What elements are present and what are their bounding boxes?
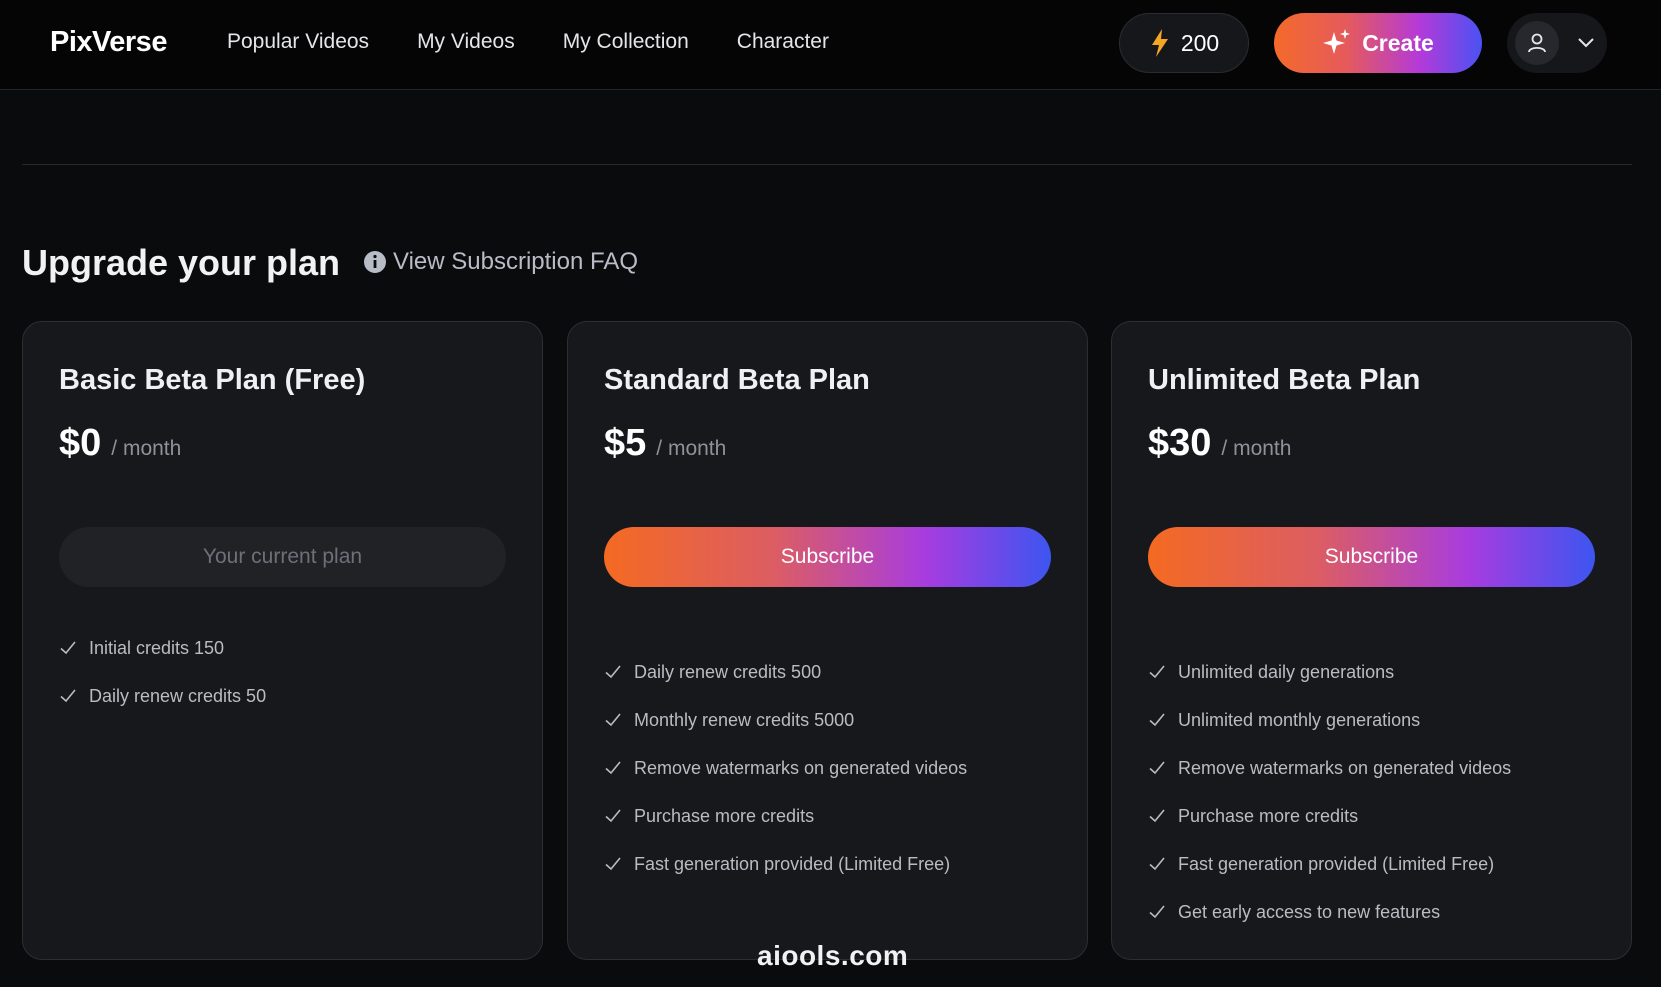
create-button[interactable]: Create (1274, 13, 1482, 73)
feature-item: Get early access to new features (1148, 888, 1511, 936)
plan-card-basic: Basic Beta Plan (Free) $0 / month Your c… (22, 321, 543, 960)
check-icon (1149, 713, 1165, 727)
faq-link-label: View Subscription FAQ (393, 248, 639, 275)
feature-list: Daily renew credits 500 Monthly renew cr… (604, 648, 967, 888)
feature-item: Purchase more credits (604, 792, 967, 840)
plan-period: / month (1221, 437, 1292, 460)
plan-period: / month (656, 437, 727, 460)
feature-text: Fast generation provided (Limited Free) (1178, 853, 1495, 874)
feature-item: Purchase more credits (1148, 792, 1511, 840)
plan-price-row: $0 / month (59, 422, 181, 465)
plan-price-row: $30 / month (1148, 422, 1291, 465)
check-icon (605, 665, 621, 679)
feature-item: Monthly renew credits 5000 (604, 696, 967, 744)
feature-text: Remove watermarks on generated videos (1178, 757, 1512, 778)
plan-period: / month (111, 437, 182, 460)
check-icon (1149, 761, 1165, 775)
plan-title: Unlimited Beta Plan (1148, 364, 1421, 396)
nav-my-videos[interactable]: My Videos (417, 30, 515, 54)
feature-text: Unlimited daily generations (1178, 661, 1395, 682)
check-icon (60, 641, 76, 655)
plan-title: Standard Beta Plan (604, 364, 870, 396)
feature-item: Initial credits 150 (59, 624, 266, 672)
plan-title: Basic Beta Plan (Free) (59, 364, 366, 396)
check-icon (605, 809, 621, 823)
feature-text: Unlimited monthly generations (1178, 709, 1421, 730)
feature-text: Daily renew credits 50 (89, 685, 267, 706)
section-divider (22, 164, 1632, 165)
credits-badge[interactable]: 200 (1119, 13, 1249, 73)
subscribe-button-unlimited[interactable]: Subscribe (1148, 527, 1595, 587)
feature-text: Initial credits 150 (89, 637, 225, 658)
check-icon (1149, 809, 1165, 823)
feature-item: Daily renew credits 50 (59, 672, 266, 720)
plan-price: $30 (1148, 422, 1212, 464)
watermark: aiools.com (757, 940, 909, 971)
check-icon (1149, 665, 1165, 679)
feature-item: Unlimited daily generations (1148, 648, 1511, 696)
nav-popular-videos[interactable]: Popular Videos (227, 30, 369, 54)
subscription-faq-link[interactable]: View Subscription FAQ (363, 248, 638, 276)
sparkle-icon (1323, 29, 1351, 54)
check-icon (1149, 905, 1165, 919)
lightning-icon (1151, 29, 1168, 57)
feature-text: Get early access to new features (1178, 901, 1441, 922)
check-icon (1149, 857, 1165, 871)
check-icon (605, 857, 621, 871)
avatar[interactable] (1515, 21, 1559, 65)
feature-item: Remove watermarks on generated videos (604, 744, 967, 792)
feature-item: Remove watermarks on generated videos (1148, 744, 1511, 792)
chevron-down-icon[interactable] (1577, 37, 1595, 49)
feature-text: Monthly renew credits 5000 (634, 709, 855, 730)
check-icon (60, 689, 76, 703)
feature-item: Fast generation provided (Limited Free) (604, 840, 967, 888)
feature-text: Daily renew credits 500 (634, 661, 822, 682)
app-logo[interactable]: PixVerse (50, 26, 167, 59)
feature-text: Remove watermarks on generated videos (634, 757, 968, 778)
credits-count: 200 (1180, 29, 1220, 56)
feature-item: Unlimited monthly generations (1148, 696, 1511, 744)
info-icon (364, 251, 386, 273)
feature-list: Unlimited daily generations Unlimited mo… (1148, 648, 1511, 936)
feature-text: Purchase more credits (1178, 805, 1359, 826)
plan-price: $0 (59, 422, 102, 464)
feature-item: Daily renew credits 500 (604, 648, 967, 696)
plan-price-row: $5 / month (604, 422, 726, 465)
check-icon (605, 761, 621, 775)
nav-my-collection[interactable]: My Collection (563, 30, 689, 54)
main-nav: Popular Videos My Videos My Collection C… (227, 30, 829, 54)
plan-price: $5 (604, 422, 647, 464)
plan-card-unlimited: Unlimited Beta Plan $30 / month Subscrib… (1111, 321, 1632, 960)
user-icon (1528, 33, 1546, 53)
current-plan-button: Your current plan (59, 527, 506, 587)
feature-text: Fast generation provided (Limited Free) (634, 853, 951, 874)
feature-item: Fast generation provided (Limited Free) (1148, 840, 1511, 888)
plan-card-standard: Standard Beta Plan $5 / month Subscribe … (567, 321, 1088, 960)
user-menu[interactable] (1507, 13, 1607, 73)
create-button-label: Create (1362, 29, 1434, 56)
nav-character[interactable]: Character (737, 30, 829, 54)
page-title: Upgrade your plan (22, 242, 341, 283)
feature-text: Purchase more credits (634, 805, 815, 826)
top-nav-bar: PixVerse Popular Videos My Videos My Col… (0, 0, 1661, 90)
subscribe-button-standard[interactable]: Subscribe (604, 527, 1051, 587)
check-icon (605, 713, 621, 727)
feature-list: Initial credits 150 Daily renew credits … (59, 624, 266, 720)
